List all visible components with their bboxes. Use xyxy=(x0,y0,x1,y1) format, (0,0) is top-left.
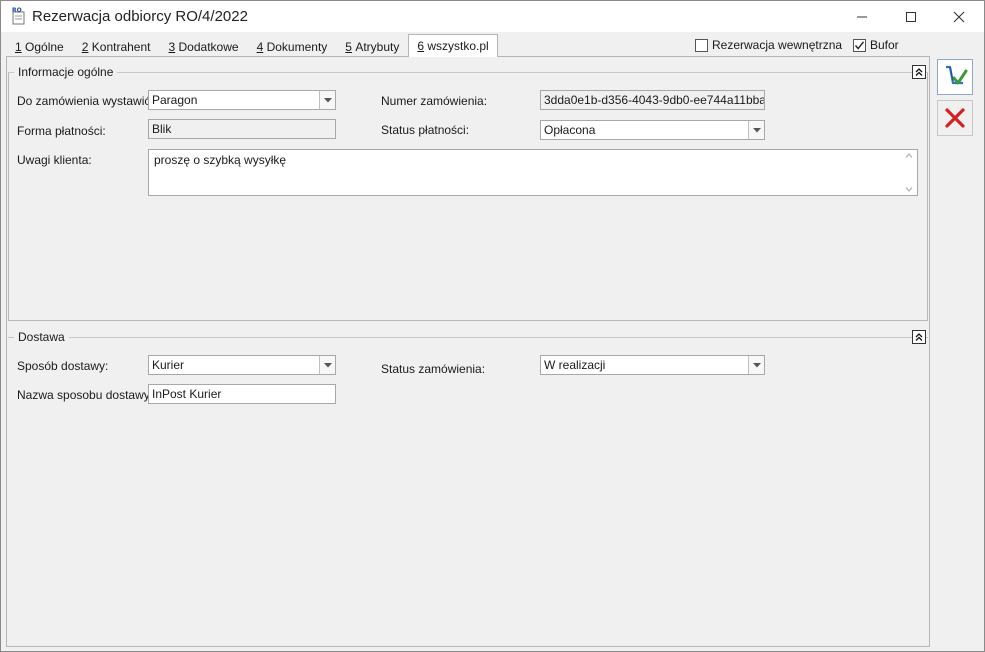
window-title: Rezerwacja odbiorcy RO/4/2022 xyxy=(32,8,248,25)
tab-hotkey: 6 xyxy=(417,39,425,53)
tab-label: wszystko.pl xyxy=(427,39,489,53)
svg-text:RO: RO xyxy=(12,7,22,14)
title-bar: RO Rezerwacja odbiorcy RO/4/2022 xyxy=(1,1,984,32)
delivery-method-name-input[interactable]: InPost Kurier xyxy=(148,384,336,404)
scroll-up-icon[interactable] xyxy=(905,153,913,158)
tab-hotkey: 5 xyxy=(345,39,352,54)
group-frame xyxy=(8,72,928,321)
customer-notes-label: Uwagi klienta: xyxy=(17,153,92,167)
payment-form-label: Forma płatności: xyxy=(17,124,106,138)
tab-wszystko-pl[interactable]: 6 wszystko.pl xyxy=(408,34,498,57)
payment-form-field: Blik xyxy=(148,119,336,139)
delivery-method-label: Sposób dostawy: xyxy=(17,359,109,373)
combo-value: Paragon xyxy=(152,93,198,107)
dropdown-button[interactable] xyxy=(319,91,335,109)
payment-form-value: Blik xyxy=(152,122,172,136)
customer-notes-textarea[interactable]: proszę o szybką wysyłkę xyxy=(148,149,918,196)
issue-document-label: Do zamówienia wystawić: xyxy=(17,94,154,108)
order-status-combo[interactable]: W realizacji xyxy=(540,355,765,375)
tab-dodatkowe[interactable]: 3 Dodatkowe xyxy=(159,35,247,57)
cancel-x-icon xyxy=(945,108,965,128)
tab-label: Atrybuty xyxy=(355,39,400,54)
delivery-method-name-label: Nazwa sposobu dostawy: xyxy=(17,388,154,402)
document-icon: RO xyxy=(12,7,26,25)
internal-reservation-checkbox[interactable]: Rezerwacja wewnętrzna xyxy=(695,38,842,52)
delivery-group: Dostawa Sposób dostawy: Kurier Status za… xyxy=(8,328,928,644)
issue-document-combo[interactable]: Paragon xyxy=(148,90,336,110)
tab-content-panel: Informacje ogólne Do zamówienia wystawić… xyxy=(6,56,930,647)
buffer-checkbox[interactable]: Bufor xyxy=(853,38,899,52)
checkbox-label: Rezerwacja wewnętrzna xyxy=(712,38,843,52)
payment-status-label: Status płatności: xyxy=(381,123,470,137)
close-icon xyxy=(953,11,965,22)
combo-value: W realizacji xyxy=(544,358,606,372)
payment-status-combo[interactable]: Opłacona xyxy=(540,120,765,140)
dropdown-button[interactable] xyxy=(319,356,335,374)
group-header: Informacje ogólne xyxy=(8,63,928,81)
tab-hotkey: 2 xyxy=(81,39,89,54)
maximize-icon xyxy=(906,11,916,22)
order-status-label: Status zamówienia: xyxy=(381,362,486,376)
tab-label: Kontrahent xyxy=(91,39,151,54)
tab-ogolne[interactable]: 1 Ogólne xyxy=(6,35,73,57)
order-number-field: 3dda0e1b-d356-4043-9db0-ee744a11bba2 xyxy=(540,90,765,110)
chevron-down-icon xyxy=(752,127,761,132)
input-value: InPost Kurier xyxy=(152,387,222,401)
group-header: Dostawa xyxy=(8,328,928,346)
tab-label: Dodatkowe xyxy=(178,39,239,54)
dropdown-button[interactable] xyxy=(748,356,764,374)
scroll-down-icon[interactable] xyxy=(905,187,913,192)
close-window-button[interactable] xyxy=(936,1,982,32)
minimize-icon xyxy=(857,16,867,17)
chevron-down-icon xyxy=(323,362,332,367)
dialog-window: RO Rezerwacja odbiorcy RO/4/2022 1 Ogóln… xyxy=(0,0,985,652)
maximize-button[interactable] xyxy=(888,1,934,32)
cancel-button[interactable] xyxy=(937,100,973,136)
order-number-value: 3dda0e1b-d356-4043-9db0-ee744a11bba2 xyxy=(544,93,765,107)
combo-value: Opłacona xyxy=(544,123,596,137)
double-chevron-up-icon xyxy=(915,333,923,341)
tab-atrybuty[interactable]: 5 Atrybuty xyxy=(336,35,408,57)
chevron-down-icon xyxy=(752,362,761,367)
double-chevron-up-icon xyxy=(915,68,923,76)
tab-hotkey: 3 xyxy=(168,39,176,54)
group-title: Dostawa xyxy=(14,330,69,344)
delivery-method-combo[interactable]: Kurier xyxy=(148,355,336,375)
general-info-group: Informacje ogólne Do zamówienia wystawić… xyxy=(8,63,928,321)
chevron-down-icon xyxy=(323,97,332,102)
customer-notes-value: proszę o szybką wysyłkę xyxy=(154,153,287,167)
minimize-button[interactable] xyxy=(839,1,885,32)
notes-scrollbar[interactable] xyxy=(900,150,917,195)
dropdown-button[interactable] xyxy=(748,121,764,139)
tab-label: Ogólne xyxy=(25,39,64,54)
save-check-icon xyxy=(946,65,968,85)
checkbox-label: Bufor xyxy=(870,38,899,52)
order-number-label: Numer zamówienia: xyxy=(381,94,488,108)
group-divider xyxy=(8,72,928,73)
tab-hotkey: 1 xyxy=(15,39,22,54)
combo-value: Kurier xyxy=(152,358,185,372)
checkmark-icon xyxy=(854,40,865,50)
group-divider xyxy=(8,337,928,338)
checkbox-box[interactable] xyxy=(695,38,708,52)
tab-bar: 1 Ogólne 2 Kontrahent 3 Dodatkowe 4 Doku… xyxy=(6,34,498,57)
tab-label: Dokumenty xyxy=(266,39,328,54)
group-title: Informacje ogólne xyxy=(14,65,118,79)
tab-kontrahent[interactable]: 2 Kontrahent xyxy=(73,35,160,57)
tab-hotkey: 4 xyxy=(256,39,264,54)
collapse-button[interactable] xyxy=(912,65,926,79)
checkbox-box[interactable] xyxy=(853,38,866,52)
tab-dokumenty[interactable]: 4 Dokumenty xyxy=(248,35,337,57)
collapse-button[interactable] xyxy=(912,330,926,344)
save-button[interactable] xyxy=(937,59,973,95)
